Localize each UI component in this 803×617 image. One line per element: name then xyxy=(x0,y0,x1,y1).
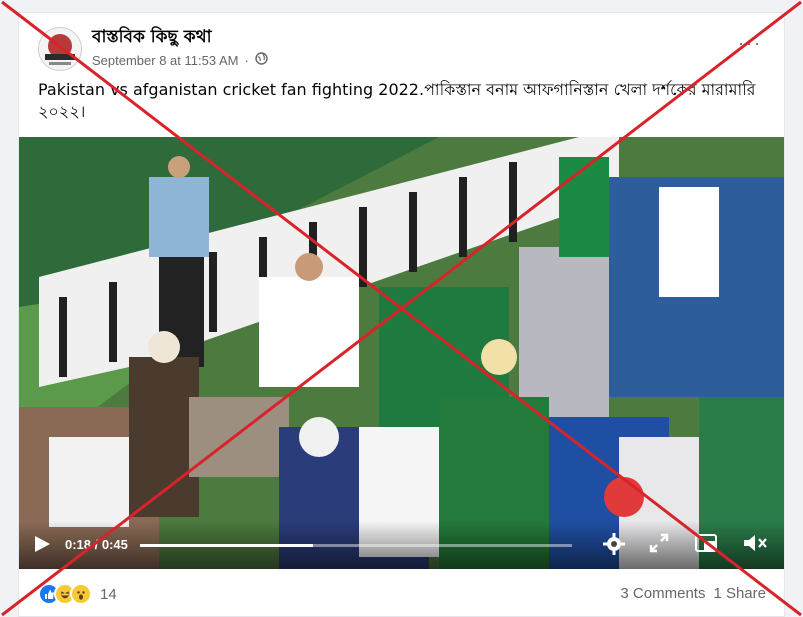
post-card: বাস্তবিক কিছু কথা September 8 at 11:53 A… xyxy=(18,12,785,617)
progress-bar[interactable] xyxy=(140,544,572,547)
more-options-button[interactable]: ··· xyxy=(738,33,762,54)
video-frame xyxy=(19,137,784,569)
video-time: 0:18 / 0:45 xyxy=(65,537,128,552)
pip-icon[interactable] xyxy=(694,532,718,559)
reactions-summary[interactable]: 14 xyxy=(38,583,117,605)
post-timestamp[interactable]: September 8 at 11:53 AM xyxy=(92,53,238,68)
page-avatar[interactable] xyxy=(38,27,82,71)
comments-count[interactable]: 3 Comments xyxy=(620,585,705,602)
meta-separator: · xyxy=(244,52,249,68)
post-footer: 14 3 Comments 1 Share xyxy=(19,579,784,609)
post-stats: 3 Comments 1 Share xyxy=(620,585,766,602)
progress-fill xyxy=(140,544,313,547)
avatar-image xyxy=(39,28,81,70)
reaction-count: 14 xyxy=(100,585,117,603)
play-icon[interactable] xyxy=(33,535,51,558)
post-meta: September 8 at 11:53 AM · xyxy=(92,52,268,68)
globe-icon xyxy=(255,52,268,68)
current-time: 0:18 xyxy=(65,537,92,552)
shares-count[interactable]: 1 Share xyxy=(713,585,766,602)
settings-icon[interactable] xyxy=(602,532,626,561)
duration: 0:45 xyxy=(101,537,128,552)
page-name[interactable]: বাস্তবিক কিছু কথা xyxy=(92,24,212,52)
time-separator: / xyxy=(91,537,102,552)
video-controls: 0:18 / 0:45 xyxy=(19,521,784,569)
wow-icon xyxy=(70,583,92,605)
post-caption: Pakistan vs afganistan cricket fan fight… xyxy=(38,80,756,121)
volume-muted-icon[interactable] xyxy=(742,532,768,559)
fullscreen-icon[interactable] xyxy=(648,532,670,559)
video-player[interactable]: 0:18 / 0:45 xyxy=(19,137,784,569)
